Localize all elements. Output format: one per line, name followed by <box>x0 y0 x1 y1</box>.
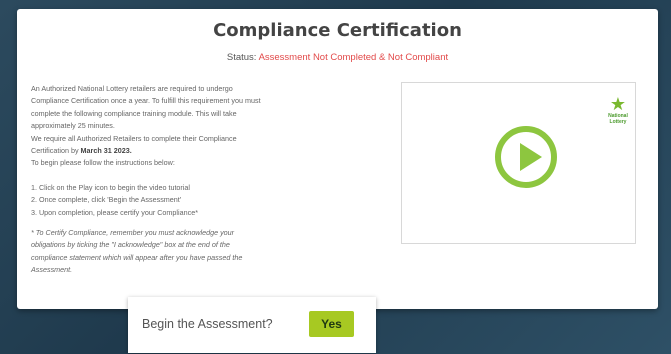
deadline-line: Certification by March 31 2023. <box>31 145 351 157</box>
play-triangle[interactable] <box>520 143 542 171</box>
star-icon: ★ <box>609 94 627 114</box>
status-label: Status: <box>226 52 257 63</box>
video-player[interactable]: ★ National Lottery <box>401 82 636 244</box>
instructions-text: An Authorized National Lottery retailers… <box>31 83 351 277</box>
intro-line: Compliance Certification once a year. To… <box>31 96 261 106</box>
deadline-date: March 31 2023. <box>80 146 132 156</box>
begin-line: To begin please follow the instructions … <box>31 158 175 168</box>
certify-note: * To Certify Compliance, remember you mu… <box>31 227 351 277</box>
steps-list: 1. Click on the Play icon to begin the v… <box>31 182 351 219</box>
yes-button[interactable]: Yes <box>309 311 354 337</box>
intro-line: complete the following compliance traini… <box>31 108 237 118</box>
note-line: obligations by ticking the "I acknowledg… <box>31 240 230 250</box>
prompt-question: Begin the Assessment? <box>142 317 273 331</box>
intro-line: An Authorized National Lottery retailers… <box>31 84 233 93</box>
deadline-prefix: Certification by <box>31 146 79 156</box>
note-line: compliance statement which will appear a… <box>31 252 243 262</box>
step-item: 2. Once complete, click 'Begin the Asses… <box>31 195 182 205</box>
play-icon[interactable] <box>495 126 557 188</box>
intro-line: approximately 25 minutes. <box>31 121 115 131</box>
step-item: 1. Click on the Play icon to begin the v… <box>31 182 191 192</box>
note-line: Assessment. <box>31 265 73 275</box>
step-item: 3. Upon completion, please certify your … <box>31 207 198 217</box>
logo-text: National Lottery <box>608 113 628 125</box>
status-value: Assessment Not Completed & Not Compliant <box>258 52 449 63</box>
page-title: Compliance Certification <box>213 20 462 41</box>
status-line: Status: Assessment Not Completed & Not C… <box>17 52 658 63</box>
compliance-card: Compliance Certification Status: Assessm… <box>17 9 658 309</box>
deadline-line: We require all Authorized Retailers to c… <box>31 133 237 143</box>
national-lottery-logo: ★ National Lottery <box>605 95 631 125</box>
note-line: * To Certify Compliance, remember you mu… <box>31 228 235 238</box>
begin-assessment-prompt: Begin the Assessment? Yes <box>128 297 376 353</box>
